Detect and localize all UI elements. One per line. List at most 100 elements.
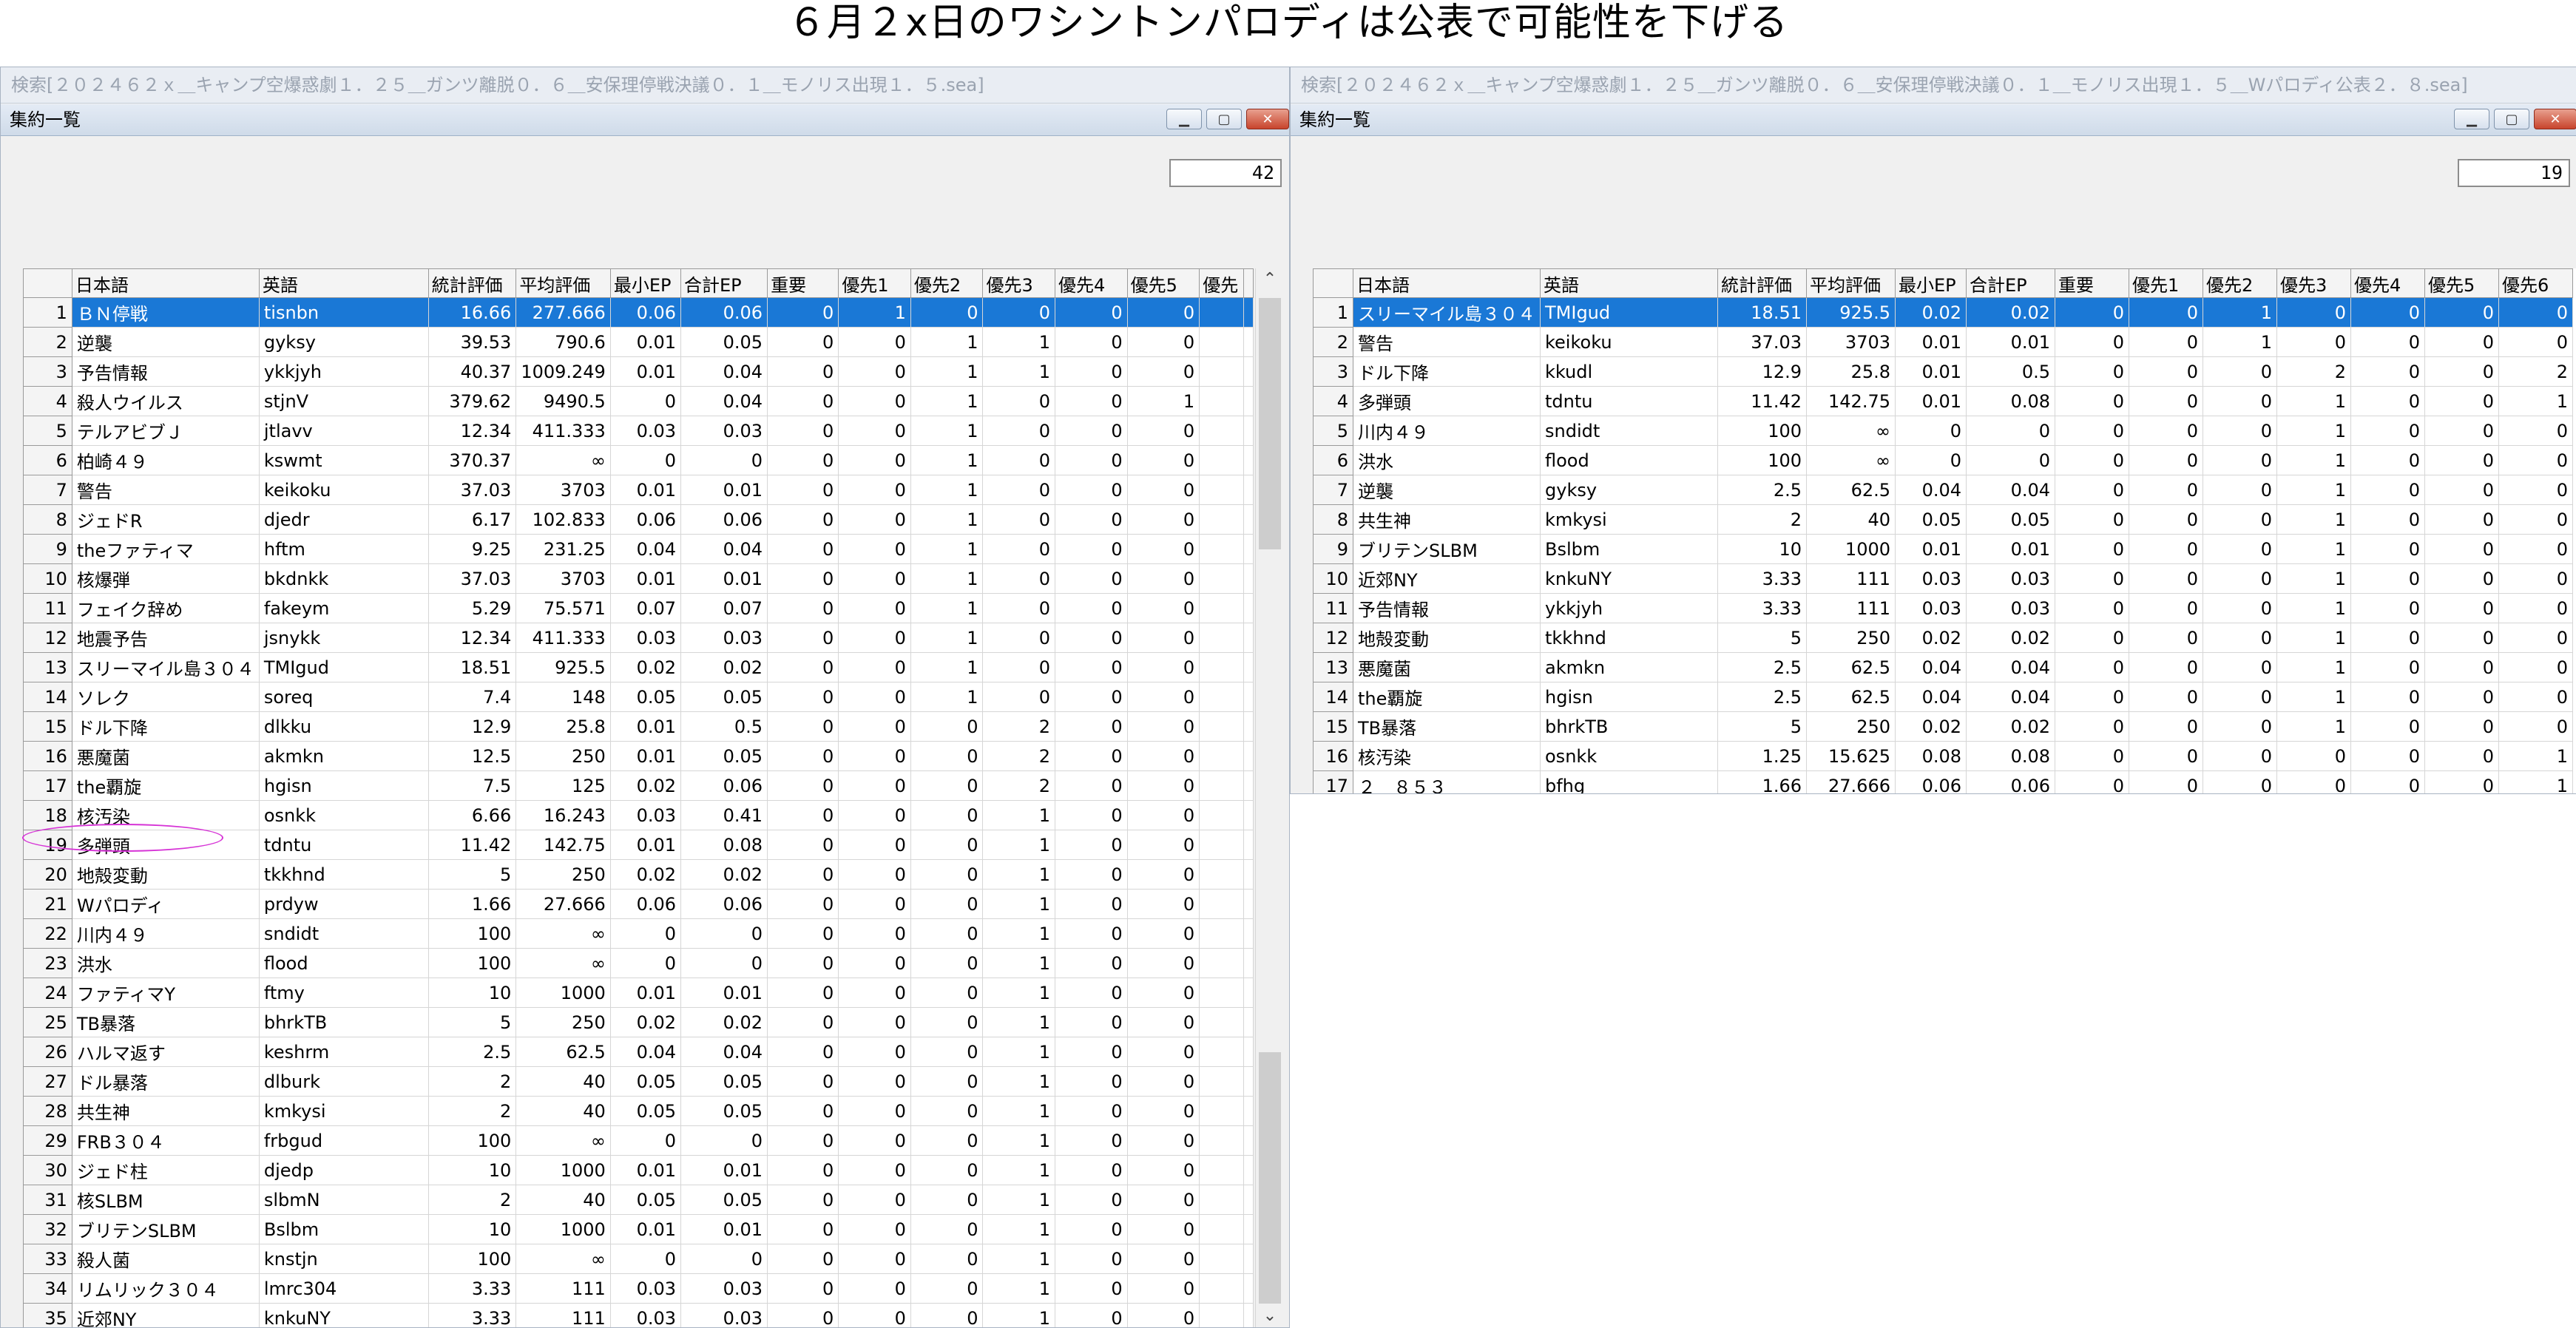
table-row[interactable]: 22 川内４９ sndidt 100 ∞ 0 0 0 0 0 1 0 0: [23, 918, 1254, 949]
table-cell[interactable]: 40: [1806, 504, 1896, 535]
table-cell[interactable]: 0: [982, 652, 1056, 682]
table-cell[interactable]: 0.01: [609, 563, 682, 594]
table-cell[interactable]: 1: [982, 327, 1056, 357]
column-header[interactable]: 優先2: [2203, 268, 2277, 298]
table-cell[interactable]: 0: [2203, 563, 2277, 594]
table-cell[interactable]: 0: [2055, 623, 2129, 653]
table-cell[interactable]: 0: [1126, 770, 1200, 801]
table-cell[interactable]: 0: [1126, 1244, 1200, 1274]
table-cell[interactable]: 0: [767, 770, 839, 801]
table-cell[interactable]: 0: [1966, 445, 2055, 475]
table-cell[interactable]: 0: [1055, 859, 1128, 890]
table-cell[interactable]: 0: [1126, 327, 1200, 357]
column-header[interactable]: 重要: [767, 268, 839, 298]
table-cell[interactable]: 411.333: [515, 416, 611, 446]
table-cell[interactable]: 0: [910, 1185, 984, 1215]
table-cell[interactable]: knkuNY: [258, 1303, 429, 1327]
table-cell[interactable]: 0: [767, 1214, 839, 1244]
table-cell[interactable]: 0: [910, 711, 984, 742]
table-cell[interactable]: 0: [838, 416, 911, 446]
table-cell[interactable]: flood: [258, 948, 429, 978]
table-cell[interactable]: 0: [2203, 504, 2277, 535]
table-cell[interactable]: 0.01: [680, 1214, 768, 1244]
table-cell[interactable]: 1: [982, 1303, 1056, 1327]
table-cell[interactable]: 予告情報: [1353, 593, 1541, 623]
table-cell[interactable]: 0: [2498, 652, 2573, 682]
table-cell[interactable]: 2: [982, 711, 1056, 742]
table-cell[interactable]: 0: [838, 800, 911, 830]
table-cell[interactable]: 0: [1895, 445, 1967, 475]
table-cell[interactable]: 0.01: [609, 1214, 682, 1244]
table-cell[interactable]: 悪魔菌: [71, 741, 260, 771]
table-cell[interactable]: 0: [767, 830, 839, 860]
table-cell[interactable]: ykkjyh: [258, 356, 429, 387]
table-cell[interactable]: 0: [838, 386, 911, 416]
table-row[interactable]: 18 核汚染 osnkk 6.66 16.243 0.03 0.41 0 0 0 1 0 0: [23, 800, 1254, 830]
table-cell[interactable]: 0: [1126, 297, 1200, 328]
table-cell[interactable]: 0: [910, 297, 984, 328]
table-cell[interactable]: 0: [2350, 386, 2425, 416]
table-cell[interactable]: ジェド柱: [71, 1155, 260, 1185]
table-cell[interactable]: 1: [910, 386, 984, 416]
table-cell[interactable]: 0: [838, 504, 911, 535]
table-cell[interactable]: 予告情報: [71, 356, 260, 387]
table-cell[interactable]: jtlavv: [258, 416, 429, 446]
table-cell[interactable]: 7.5: [427, 770, 517, 801]
table-cell[interactable]: 0: [2276, 327, 2351, 357]
table-cell[interactable]: 1.66: [1717, 770, 1807, 793]
table-cell[interactable]: 40: [515, 1185, 611, 1215]
table-cell[interactable]: 0: [1055, 1037, 1128, 1067]
table-cell[interactable]: 3.33: [1717, 593, 1807, 623]
table-cell[interactable]: 1: [982, 1185, 1056, 1215]
table-cell[interactable]: 0: [1126, 830, 1200, 860]
table-cell[interactable]: 11.42: [427, 830, 517, 860]
column-header[interactable]: 優先4: [2350, 268, 2425, 298]
table-row[interactable]: 5 川内４９ sndidt 100 ∞ 0 0 0 0 0 1 0 0 0: [1313, 416, 2573, 446]
table-cell[interactable]: 0: [1055, 711, 1128, 742]
table-cell[interactable]: keshrm: [258, 1037, 429, 1067]
table-row[interactable]: 20 地殻変動 tkkhnd 5 250 0.02 0.02 0 0 0 1 0 0: [23, 859, 1254, 890]
table-cell[interactable]: 0: [2055, 386, 2129, 416]
table-cell[interactable]: sndidt: [1540, 416, 1718, 446]
column-header[interactable]: 合計EP: [1966, 268, 2055, 298]
table-cell[interactable]: 0: [2498, 711, 2573, 742]
table-cell[interactable]: 1: [2276, 593, 2351, 623]
table-cell[interactable]: 0: [1055, 682, 1128, 712]
table-cell[interactable]: 近郊NY: [1353, 563, 1541, 594]
table-cell[interactable]: 27.666: [515, 889, 611, 919]
table-cell[interactable]: 0.03: [680, 1303, 768, 1327]
table-cell[interactable]: スリーマイル島３０４: [1353, 297, 1541, 328]
table-cell[interactable]: 0.05: [1966, 504, 2055, 535]
table-cell[interactable]: 0: [2424, 770, 2499, 793]
table-cell[interactable]: 0: [1126, 1037, 1200, 1067]
table-cell[interactable]: ファティマY: [71, 978, 260, 1008]
table-cell[interactable]: 40.37: [427, 356, 517, 387]
table-cell[interactable]: 0.01: [680, 1155, 768, 1185]
table-cell[interactable]: 0: [838, 1155, 911, 1185]
table-cell[interactable]: 警告: [71, 475, 260, 505]
table-cell[interactable]: 0: [2055, 356, 2129, 387]
table-cell[interactable]: 0.02: [609, 770, 682, 801]
table-cell[interactable]: 0.08: [680, 830, 768, 860]
table-cell[interactable]: TB暴落: [71, 1007, 260, 1037]
table-cell[interactable]: 2: [2498, 356, 2573, 387]
table-cell[interactable]: 250: [1806, 711, 1896, 742]
scroll-thumb[interactable]: [1259, 298, 1281, 549]
table-cell[interactable]: 0: [2350, 297, 2425, 328]
table-cell[interactable]: 近郊NY: [71, 1303, 260, 1327]
table-cell[interactable]: 0: [1055, 1066, 1128, 1097]
table-cell[interactable]: 0: [1055, 741, 1128, 771]
table-cell[interactable]: 0: [982, 445, 1056, 475]
table-cell[interactable]: 7.4: [427, 682, 517, 712]
table-cell[interactable]: 15.625: [1806, 741, 1896, 771]
table-cell[interactable]: sndidt: [258, 918, 429, 949]
table-cell[interactable]: kmkysi: [1540, 504, 1718, 535]
column-header[interactable]: 最小EP: [609, 268, 682, 298]
table-cell[interactable]: 12.9: [1717, 356, 1807, 387]
table-cell[interactable]: 0: [838, 563, 911, 594]
table-cell[interactable]: 0: [1055, 356, 1128, 387]
table-cell[interactable]: 0: [2424, 593, 2499, 623]
table-cell[interactable]: 12.5: [427, 741, 517, 771]
column-header[interactable]: 優先3: [2276, 268, 2351, 298]
table-cell[interactable]: 0: [2424, 297, 2499, 328]
